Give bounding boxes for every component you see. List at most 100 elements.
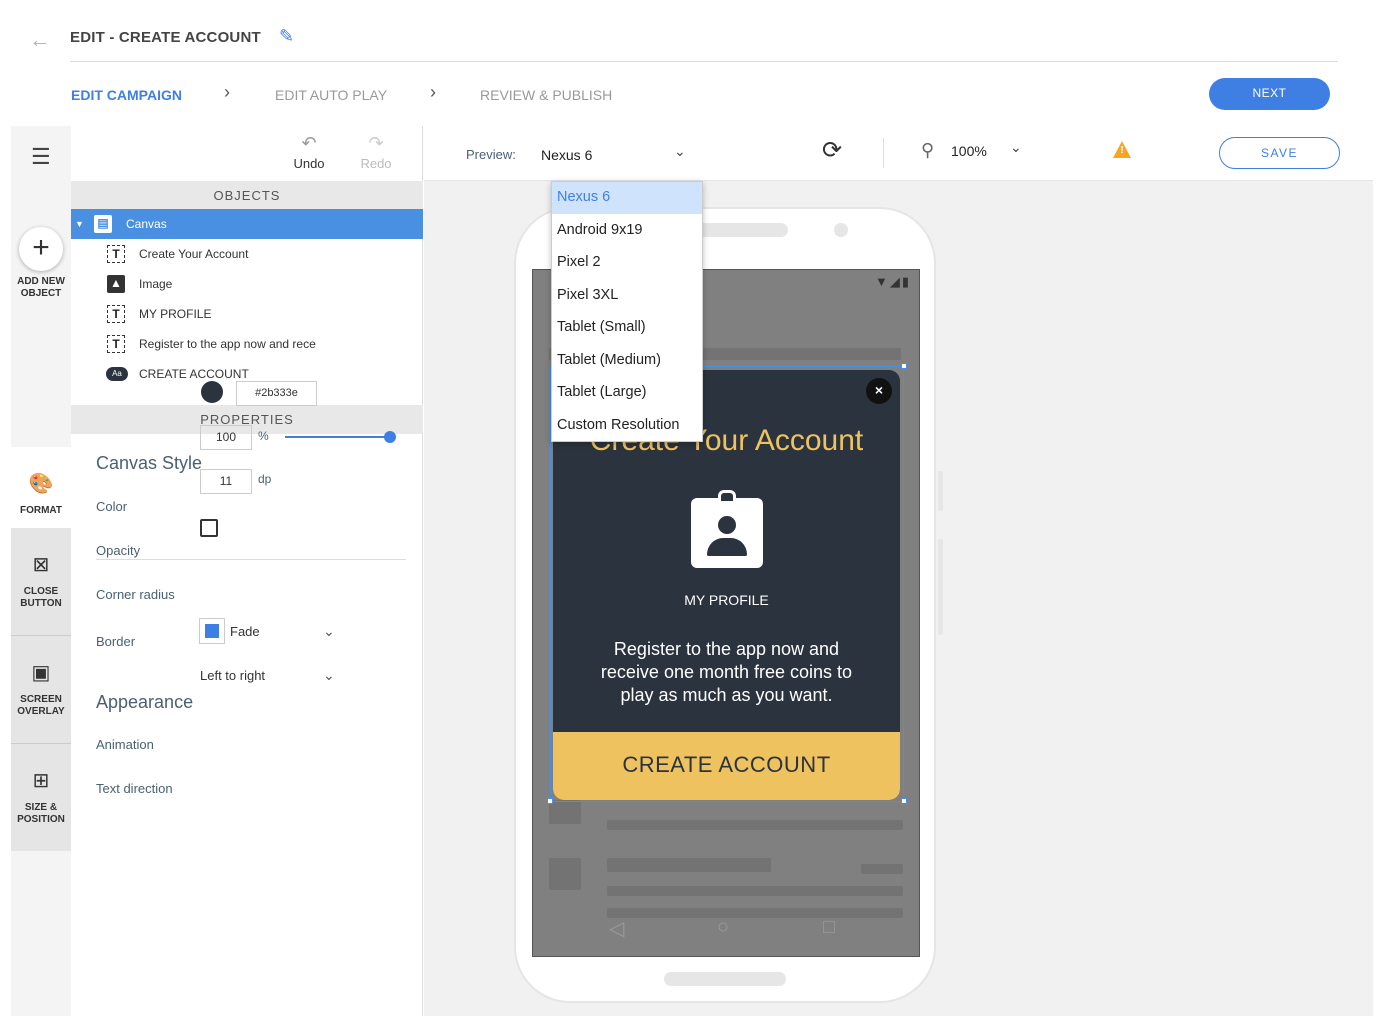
palette-icon: 🎨 — [28, 473, 54, 495]
warning-icon-mark: ! — [1120, 145, 1124, 156]
resize-handle[interactable] — [901, 363, 907, 369]
badge-body — [707, 538, 747, 556]
tree-item-label: CREATE ACCOUNT — [139, 367, 249, 381]
left-rail: ☰ + ADD NEW OBJECT 🎨 FORMAT ⊠ CLOSE BUTT… — [11, 126, 71, 1016]
dropdown-option[interactable]: Custom Resolution — [552, 410, 702, 442]
header-divider — [70, 61, 1338, 62]
hamburger-menu-icon[interactable]: ☰ — [31, 144, 51, 170]
dropdown-option[interactable]: Tablet (Small) — [552, 312, 702, 344]
phone-bottom-bar — [664, 972, 786, 986]
screen-overlay-tab[interactable]: ▣ SCREEN OVERLAY — [11, 636, 71, 743]
redo-button[interactable]: ↷ Redo — [356, 134, 396, 171]
format-tab-label: FORMAT — [19, 505, 63, 516]
undo-button[interactable]: ↶ Undo — [289, 134, 329, 171]
chevron-right-icon: › — [224, 82, 230, 102]
tree-item-canvas[interactable]: ▼ ▤ Canvas — [71, 209, 423, 239]
corner-radius-input[interactable]: 11 — [200, 469, 252, 494]
toolbar-divider — [883, 138, 884, 168]
size-position-tab[interactable]: ⊞ SIZE & POSITION — [11, 744, 71, 851]
dropdown-option[interactable]: Android 9x19 — [552, 215, 702, 247]
tree-item-label: MY PROFILE — [139, 307, 212, 321]
dropdown-option[interactable]: Nexus 6 — [552, 182, 702, 214]
zoom-in-icon[interactable]: ⚲ — [921, 140, 934, 161]
text-direction-select[interactable]: Left to right — [200, 668, 265, 683]
opacity-unit: % — [258, 429, 269, 443]
placeholder-bar — [861, 864, 903, 874]
chevron-right-icon: › — [430, 82, 436, 102]
size-position-icon: ⊞ — [32, 770, 50, 792]
step-edit-auto-play[interactable]: EDIT AUTO PLAY — [275, 87, 387, 103]
redo-label: Redo — [360, 156, 392, 171]
placeholder-bar — [607, 886, 903, 896]
next-button[interactable]: NEXT — [1209, 78, 1330, 110]
chevron-down-icon[interactable]: ⌄ — [323, 667, 335, 684]
border-checkbox[interactable] — [200, 519, 218, 537]
nav-back-icon: ◁ — [609, 918, 625, 940]
chevron-down-icon[interactable]: ⌄ — [323, 623, 335, 640]
save-button[interactable]: SAVE — [1219, 137, 1340, 169]
color-swatch[interactable] — [201, 381, 223, 403]
opacity-input[interactable]: 100 — [200, 425, 252, 450]
text-object-icon: T — [107, 245, 125, 263]
image-object-icon: ▲ — [107, 275, 125, 293]
objects-header: OBJECTS — [71, 181, 423, 210]
undo-label: Undo — [293, 156, 325, 171]
text-object-icon: T — [107, 335, 125, 353]
text-direction-label: Text direction — [96, 781, 173, 796]
placeholder-bar — [607, 820, 903, 830]
tree-item-image[interactable]: ▲ Image — [71, 269, 423, 299]
border-label: Border — [96, 634, 136, 649]
add-object-label: ADD NEW OBJECT — [17, 276, 65, 299]
badge-head — [718, 516, 736, 534]
animation-swatch[interactable] — [199, 618, 225, 644]
chevron-down-icon[interactable]: ⌄ — [674, 143, 686, 160]
canvas-style-heading: Canvas Style — [96, 453, 203, 473]
objects-panel: ↶ Undo ↷ Redo OBJECTS ▼ ▤ Canvas T Creat… — [71, 126, 423, 1016]
step-review-publish[interactable]: REVIEW & PUBLISH — [480, 87, 612, 103]
dropdown-option[interactable]: Tablet (Medium) — [552, 345, 702, 377]
placeholder-block — [549, 800, 581, 824]
edit-pencil-icon[interactable]: ✎ — [279, 26, 294, 47]
chevron-down-icon[interactable]: ⌄ — [1010, 139, 1022, 156]
preview-device-dropdown[interactable]: Nexus 6 Android 9x19 Pixel 2 Pixel 3XL Table… — [551, 181, 703, 442]
badge-clip — [718, 490, 736, 504]
zoom-level[interactable]: 100% — [951, 143, 987, 159]
screen-overlay-tab-label: SCREEN OVERLAY — [17, 694, 65, 717]
color-label: Color — [96, 499, 128, 514]
top-bar: ← EDIT - CREATE ACCOUNT ✎ EDIT CAMPAIGN … — [11, 14, 1373, 126]
create-account-button[interactable]: CREATE ACCOUNT — [553, 732, 900, 800]
back-arrow-icon[interactable]: ← — [29, 27, 51, 53]
nav-recents-icon: □ — [823, 916, 836, 938]
tree-item-title-text[interactable]: T Create Your Account — [71, 239, 423, 269]
animation-select[interactable]: Fade — [230, 624, 260, 639]
preview-device-select[interactable]: Nexus 6 — [541, 147, 592, 163]
tree-item-label: Canvas — [126, 217, 167, 231]
color-hex-input[interactable]: #2b333e — [236, 381, 317, 406]
resize-handle[interactable] — [901, 798, 907, 804]
close-button-tab-label: CLOSE BUTTON — [20, 586, 62, 609]
close-icon[interactable]: × — [866, 378, 892, 404]
tree-item-body-text[interactable]: T Register to the app now and rece — [71, 329, 423, 359]
android-nav-bar: ◁ ○ □ — [533, 906, 919, 956]
tree-item-profile-text[interactable]: T MY PROFILE — [71, 299, 423, 329]
dropdown-option[interactable]: Pixel 2 — [552, 247, 702, 279]
text-object-icon: T — [107, 305, 125, 323]
my-profile-text[interactable]: MY PROFILE — [553, 592, 900, 608]
expand-triangle-icon[interactable]: ▼ — [75, 209, 84, 239]
id-badge-icon[interactable] — [691, 490, 763, 568]
opacity-slider-knob[interactable] — [384, 431, 396, 443]
button-object-icon: Aa — [106, 367, 128, 381]
close-box-icon: ⊠ — [32, 554, 50, 576]
opacity-slider-track[interactable] — [285, 436, 390, 438]
properties-divider — [96, 559, 406, 560]
add-object-button[interactable]: + — [19, 227, 63, 271]
dropdown-option[interactable]: Tablet (Large) — [552, 377, 702, 409]
rotate-device-icon[interactable]: ⟳ — [822, 136, 842, 165]
dropdown-option[interactable]: Pixel 3XL — [552, 280, 702, 312]
modal-body-text[interactable]: Register to the app now and receive one … — [583, 638, 870, 707]
nav-home-icon: ○ — [717, 916, 730, 938]
redo-icon: ↷ — [368, 133, 384, 153]
close-button-tab[interactable]: ⊠ CLOSE BUTTON — [11, 528, 71, 635]
preview-label: Preview: — [466, 147, 516, 162]
step-edit-campaign[interactable]: EDIT CAMPAIGN — [71, 87, 182, 103]
